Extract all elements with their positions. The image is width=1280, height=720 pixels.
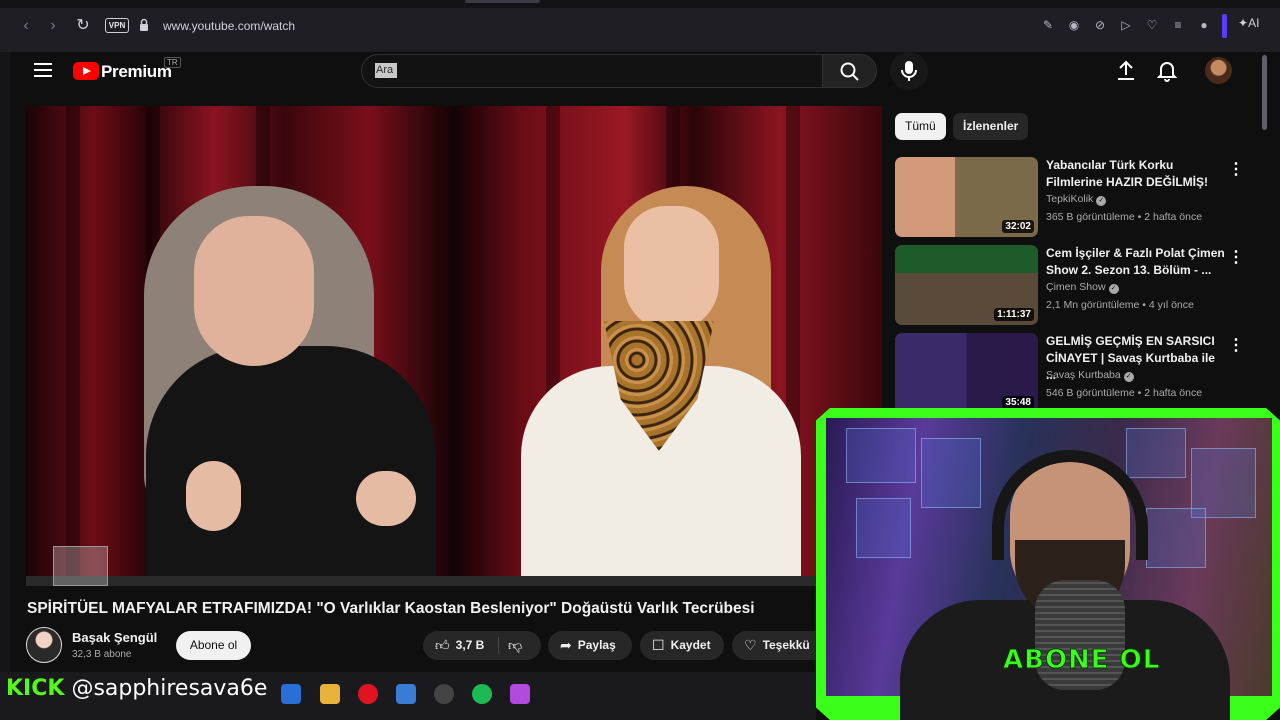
share-label: Paylaş <box>577 638 616 652</box>
rec-title[interactable]: Cem İşçiler & Fazlı Polat Çimen Show 2. … <box>1046 245 1226 279</box>
forward-icon[interactable]: › <box>43 16 63 36</box>
video-title: SPİRİTÜEL MAFYALAR ETRAFIMIZDA! "O Varlı… <box>27 600 755 617</box>
sidebar-toggle[interactable] <box>1222 14 1227 38</box>
thumbs-down-icon[interactable]: 👎︎ <box>508 637 522 654</box>
edge-icon[interactable] <box>281 684 301 704</box>
rec-meta: 365 B görüntüleme • 2 hafta önce <box>1046 211 1203 223</box>
browser-tab[interactable] <box>465 0 540 3</box>
capture-icon[interactable] <box>510 684 530 704</box>
vpn-badge[interactable]: VPN <box>105 18 129 33</box>
browser-tab-strip <box>0 0 1280 8</box>
rec-meta: 546 B görüntüleme • 2 hafta önce <box>1046 387 1203 399</box>
block-icon[interactable]: ⊘ <box>1092 17 1108 33</box>
lock-icon <box>140 18 148 31</box>
more-options-icon[interactable]: ⋮ <box>1228 159 1244 179</box>
verified-icon: ✓ <box>1123 372 1134 382</box>
duration-badge: 35:48 <box>1002 396 1034 409</box>
voice-search-button[interactable] <box>890 52 928 90</box>
more-options-icon[interactable]: ⋮ <box>1228 247 1244 267</box>
profile-icon[interactable]: ● <box>1196 17 1212 33</box>
save-label: Kaydet <box>670 638 711 652</box>
spotify-icon[interactable] <box>472 684 492 704</box>
youtube-logo-icon[interactable] <box>73 62 99 80</box>
chip-all[interactable]: Tümü <box>895 113 946 140</box>
heart-dollar-icon: ♡ <box>744 637 757 653</box>
verified-icon: ✓ <box>1096 196 1107 206</box>
subscribe-overlay-text: ABONE OL <box>1002 645 1161 676</box>
verified-icon: ✓ <box>1108 284 1119 294</box>
thanks-label: Teşekkü <box>762 638 810 652</box>
edit-icon[interactable]: ✎ <box>1040 17 1056 33</box>
back-icon[interactable]: ‹ <box>16 16 36 36</box>
opera-icon[interactable] <box>358 684 378 704</box>
video-thumbnail[interactable]: 1:11:37 <box>895 245 1038 325</box>
play-icon[interactable]: ▷ <box>1118 17 1134 33</box>
heart-icon[interactable]: ♡ <box>1144 17 1160 33</box>
share-icon: ➦ <box>560 637 572 653</box>
browser-sidebar <box>0 52 10 672</box>
duration-badge: 1:11:37 <box>994 308 1034 321</box>
search-icon <box>840 62 859 81</box>
list-icon[interactable]: ≡ <box>1170 17 1186 33</box>
obs-icon[interactable] <box>434 684 454 704</box>
kick-logo: KICK <box>6 676 65 701</box>
app-icon[interactable] <box>396 684 416 704</box>
duration-badge: 32:02 <box>1002 220 1034 233</box>
kick-handle-overlay: KICK @sapphiresava6e <box>6 676 267 701</box>
country-code: TR <box>164 57 181 68</box>
search-input[interactable]: Ara <box>375 63 397 78</box>
menu-icon[interactable] <box>34 63 52 77</box>
reload-icon[interactable]: ↻ <box>73 16 93 36</box>
like-count: 3,7 B <box>455 638 485 652</box>
recommendation-item[interactable]: 35:48 GELMİŞ GEÇMİŞ EN SARSICI CİNAYET |… <box>895 333 1250 417</box>
search-box <box>361 54 823 88</box>
upload-icon[interactable] <box>1116 60 1136 82</box>
rec-channel[interactable]: Çimen Show ✓ <box>1046 281 1119 294</box>
like-divider <box>498 637 499 654</box>
video-thumbnail[interactable]: 32:02 <box>895 157 1038 237</box>
folder-icon[interactable] <box>320 684 340 704</box>
channel-name[interactable]: Başak Şengül <box>72 630 157 645</box>
thumbs-up-icon: 👍︎ <box>435 637 450 653</box>
rec-channel[interactable]: TepkiKolik ✓ <box>1046 193 1107 206</box>
account-avatar[interactable] <box>1205 57 1232 84</box>
recommendation-item[interactable]: 1:11:37 Cem İşçiler & Fazlı Polat Çimen … <box>895 245 1250 329</box>
mic-icon <box>901 61 917 81</box>
ai-button[interactable]: ✦AI <box>1238 16 1259 30</box>
browser-extensions: ✎ ◉ ⊘ ▷ ♡ ≡ ● <box>1040 17 1212 33</box>
camera-icon[interactable]: ◉ <box>1066 17 1082 33</box>
video-thumbnail[interactable]: 35:48 <box>895 333 1038 413</box>
brand-label[interactable]: Premium <box>101 62 172 82</box>
search-button[interactable] <box>823 54 877 88</box>
subscriber-count: 32,3 B abone <box>72 649 132 660</box>
chip-watched[interactable]: İzlenenler <box>953 113 1029 140</box>
rec-meta: 2,1 Mn görüntüleme • 4 yıl önce <box>1046 299 1194 311</box>
rec-channel[interactable]: Savaş Kurtbaba ✓ <box>1046 369 1134 382</box>
recommendation-item[interactable]: 32:02 Yabancılar Türk Korku Filmlerine H… <box>895 157 1250 241</box>
channel-avatar[interactable] <box>26 627 62 663</box>
share-button[interactable]: ➦ Paylaş <box>548 631 632 660</box>
bookmark-icon: ☐ <box>652 637 665 653</box>
subscribe-button[interactable]: Abone ol <box>176 631 251 660</box>
like-button[interactable]: 👍︎ 3,7 B <box>423 631 541 660</box>
video-player[interactable] <box>26 106 882 586</box>
bell-icon[interactable] <box>1157 60 1177 82</box>
more-options-icon[interactable]: ⋮ <box>1228 335 1244 355</box>
kick-handle: @sapphiresava6e <box>71 676 268 701</box>
address-bar[interactable]: www.youtube.com/watch <box>163 19 295 33</box>
save-button[interactable]: ☐ Kaydet <box>640 631 724 660</box>
rec-title[interactable]: Yabancılar Türk Korku Filmlerine HAZIR D… <box>1046 157 1226 191</box>
scrollbar[interactable] <box>1262 55 1267 130</box>
